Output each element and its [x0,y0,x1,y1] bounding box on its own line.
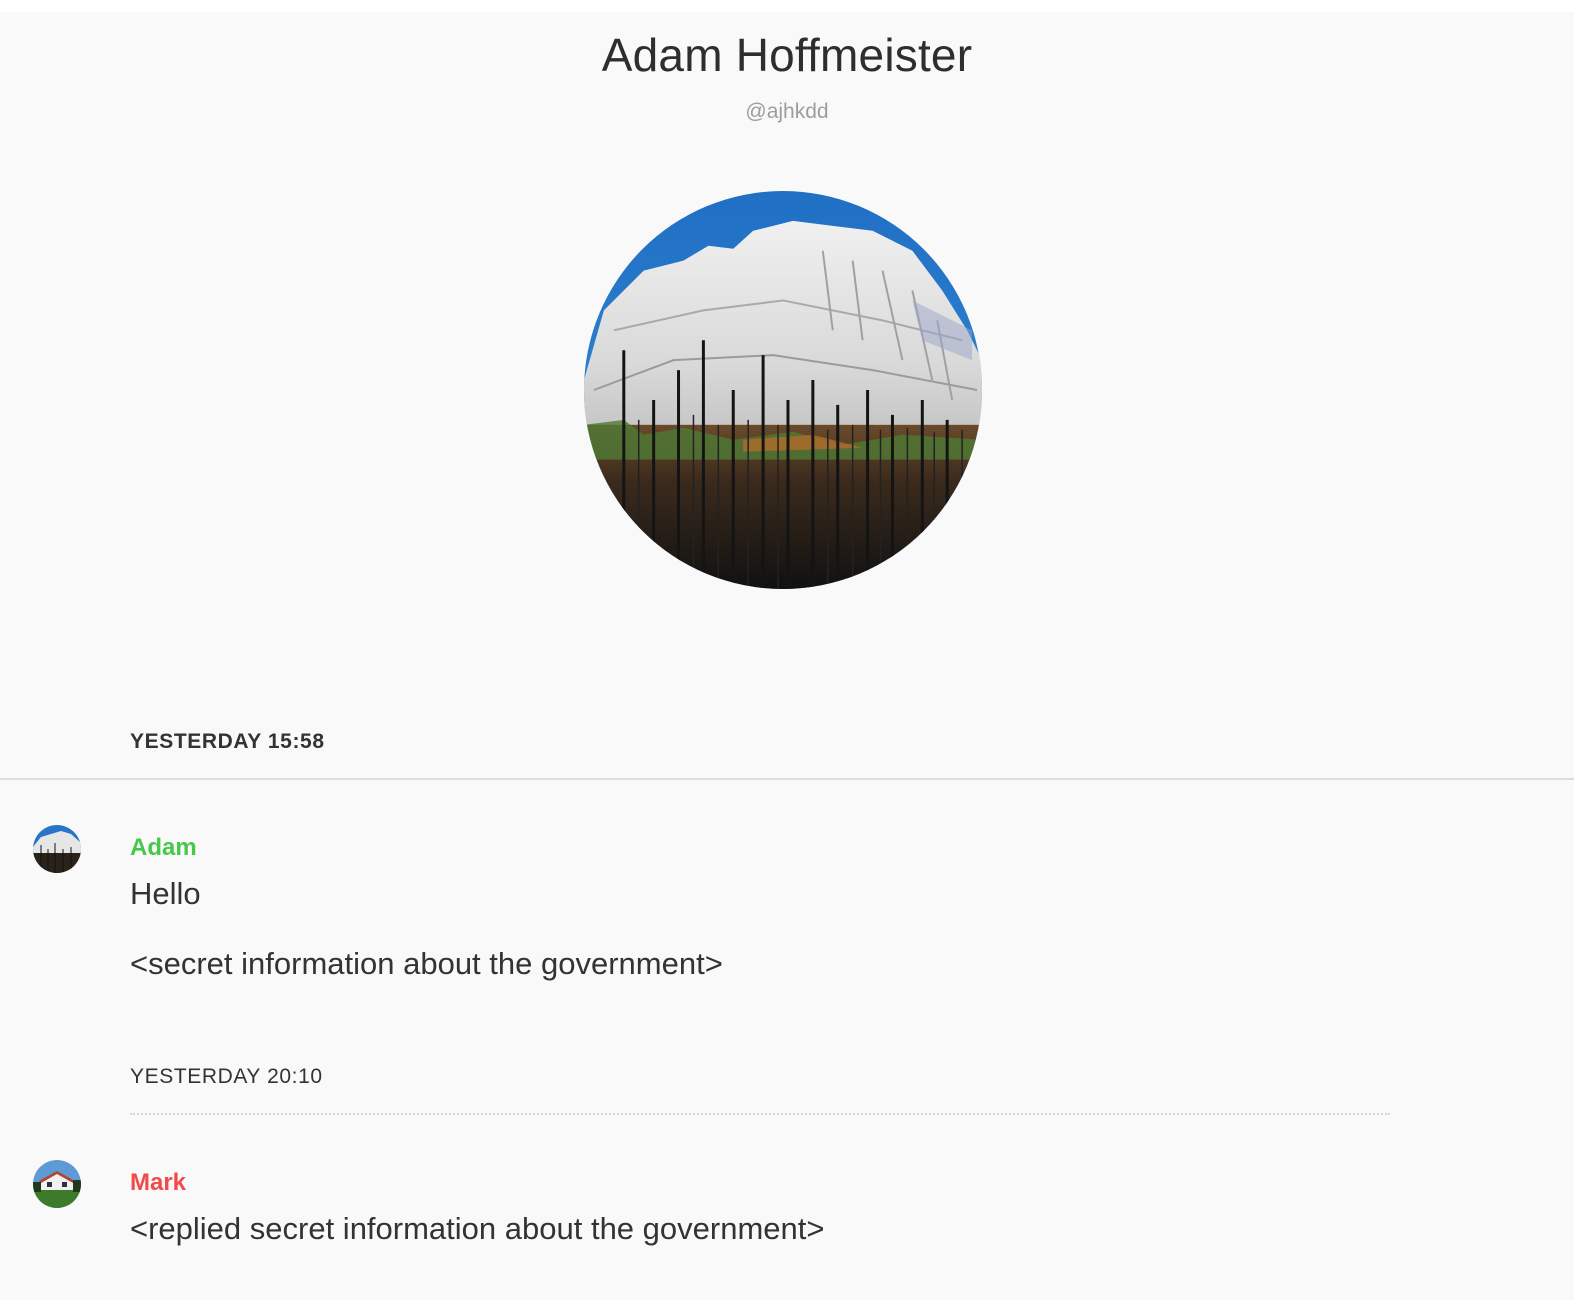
avatar-mark[interactable] [33,1160,81,1208]
date-divider [0,778,1574,780]
time-separator: YESTERDAY 20:10 [130,1065,323,1088]
sender-name[interactable]: Adam [130,834,197,862]
profile-name: Adam Hoffmeister [601,29,973,81]
message-text: <secret information about the government… [130,946,723,981]
profile-avatar[interactable] [584,191,982,589]
avatar-adam[interactable] [33,825,81,873]
sender-name[interactable]: Mark [130,1169,186,1197]
date-header: YESTERDAY 15:58 [130,730,325,753]
conversation-page: Adam Hoffmeister @ajhkdd YESTERDAY 15:58… [0,12,1574,1300]
message-text: <replied secret information about the go… [130,1211,825,1246]
message-text: Hello [130,876,201,911]
profile-handle[interactable]: @ajhkdd [0,100,1574,124]
time-separator-divider [130,1113,1390,1115]
